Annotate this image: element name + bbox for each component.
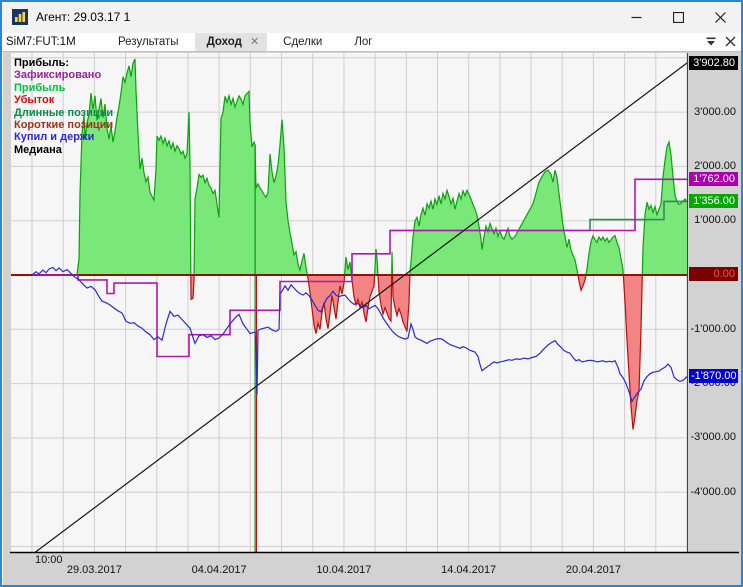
- minimize-icon: [631, 16, 641, 19]
- tab-Лог[interactable]: Лог: [338, 33, 388, 51]
- tab-label: Сделки: [283, 36, 323, 48]
- agent-window: Прибыль: Зафиксировано Прибыль Убыток Длинны…: [0, 0, 743, 587]
- tab-list-dropdown-button[interactable]: [705, 35, 717, 47]
- instrument-label: SiM7:FUT:1M: [6, 36, 76, 48]
- minimize-button[interactable]: [615, 2, 657, 33]
- tab-label: Доход: [206, 36, 242, 48]
- tab-label: Результаты: [118, 36, 179, 48]
- tab-Доход[interactable]: Доход ✕: [194, 33, 268, 51]
- title-bar: Агент: 29.03.17 1: [2, 2, 741, 33]
- close-button[interactable]: [699, 2, 741, 33]
- tab-Результаты[interactable]: Результаты: [102, 33, 195, 51]
- tabs: Результаты Доход ✕ Сделки Лог: [102, 33, 389, 51]
- close-icon: [725, 36, 736, 46]
- app-icon: [12, 9, 28, 25]
- window-controls: [615, 2, 741, 33]
- window-title: Агент: 29.03.17 1: [36, 10, 131, 24]
- tab-label: Лог: [354, 36, 373, 48]
- tab-Сделки[interactable]: Сделки: [267, 33, 338, 51]
- profit-chart[interactable]: [2, 2, 743, 587]
- close-tab-button[interactable]: [725, 36, 736, 47]
- maximize-icon: [672, 12, 684, 23]
- chevron-down-icon: [706, 37, 716, 46]
- tabbar-right-icons: [705, 35, 736, 47]
- tab-close-icon[interactable]: ✕: [250, 33, 259, 51]
- maximize-button[interactable]: [657, 2, 699, 33]
- close-icon: [714, 12, 726, 23]
- tab-bar: SiM7:FUT:1M Результаты Доход ✕ Сделки Лог: [2, 33, 741, 52]
